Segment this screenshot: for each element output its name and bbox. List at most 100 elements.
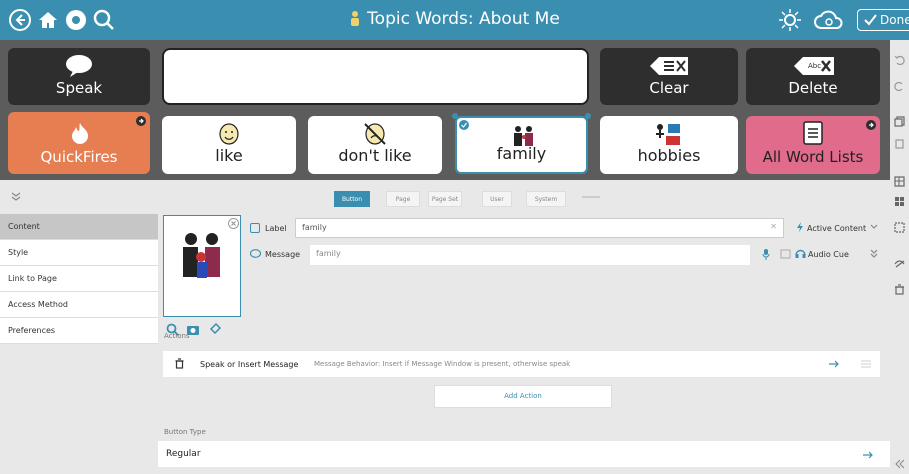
- button-grid: Speak Clear Abc Delete QuickFires like d…: [0, 40, 890, 180]
- link-badge-icon: [136, 116, 146, 126]
- flame-icon: [72, 123, 88, 144]
- layout-icon[interactable]: [894, 196, 905, 207]
- microphone-icon[interactable]: [762, 248, 770, 260]
- drag-handle-icon[interactable]: [860, 359, 872, 368]
- nav-content[interactable]: Content: [0, 214, 158, 240]
- label-field[interactable]: family ✕: [295, 218, 784, 238]
- top-toolbar: Topic Words: About Me Done: [0, 0, 909, 40]
- page-title: Topic Words: About Me: [0, 9, 909, 29]
- trash-icon[interactable]: [894, 284, 905, 295]
- done-label: Done: [880, 13, 909, 27]
- check-icon: [864, 14, 877, 26]
- app-window: Topic Words: About Me Done Speak Clear A…: [0, 0, 909, 474]
- dont-like-button[interactable]: don't like: [308, 116, 442, 174]
- nav-access-method[interactable]: Access Method: [0, 292, 158, 318]
- like-button[interactable]: like: [162, 116, 296, 174]
- redo-icon[interactable]: [894, 80, 905, 91]
- copy-icon[interactable]: [894, 116, 905, 127]
- button-type-section-label: Button Type: [164, 428, 206, 436]
- paste-icon[interactable]: [894, 138, 905, 149]
- family-label: family: [496, 144, 547, 163]
- speak-label: Speak: [55, 79, 103, 97]
- double-chevron-icon[interactable]: [870, 249, 878, 259]
- symbol-preview[interactable]: [163, 215, 241, 317]
- dont-like-label: don't like: [338, 146, 412, 165]
- inspector-nav: Content Style Link to Page Access Method…: [0, 184, 158, 474]
- headphones-icon: [795, 249, 806, 258]
- tab-button[interactable]: Button: [334, 191, 370, 207]
- nav-preferences[interactable]: Preferences: [0, 318, 158, 344]
- quickfires-label: QuickFires: [40, 148, 118, 166]
- label-checkbox[interactable]: [250, 223, 260, 233]
- action-description: Message Behavior: Insert if Message Wind…: [314, 360, 571, 368]
- family-button[interactable]: family: [455, 116, 588, 174]
- inspector-tabs: Button Page Page Set User System: [158, 185, 890, 213]
- all-word-lists-button[interactable]: All Word Lists: [746, 116, 880, 174]
- keyboard-icon[interactable]: [780, 249, 791, 259]
- all-word-lists-label: All Word Lists: [762, 148, 864, 166]
- button-type-row[interactable]: Regular: [158, 441, 890, 467]
- audio-cue-label[interactable]: Audio Cue: [808, 250, 849, 259]
- right-tool-rail: [890, 40, 909, 474]
- action-row[interactable]: Speak or Insert Message Message Behavior…: [163, 351, 880, 377]
- link-badge-icon: [866, 120, 876, 130]
- page-title-text: Topic Words: About Me: [367, 9, 560, 29]
- message-window[interactable]: [162, 48, 589, 105]
- label-caption: Label: [265, 224, 287, 233]
- quickfires-button[interactable]: QuickFires: [8, 112, 150, 174]
- dont-like-face-icon: [364, 123, 386, 145]
- clear-icon: [650, 57, 688, 75]
- clear-field-icon[interactable]: ✕: [770, 222, 777, 231]
- delete-button[interactable]: Abc Delete: [746, 48, 880, 105]
- chevron-down-icon[interactable]: [870, 224, 878, 230]
- arrow-right-icon[interactable]: [862, 450, 874, 460]
- brightness-icon[interactable]: [778, 8, 802, 32]
- tab-divider: [582, 196, 600, 198]
- actions-section-label: Actions: [164, 332, 190, 340]
- person-icon: [351, 11, 360, 26]
- active-content-label[interactable]: Active Content: [807, 224, 866, 233]
- speech-bubble-icon: [66, 55, 92, 77]
- like-face-icon: [219, 123, 239, 145]
- delete-label: Delete: [788, 79, 838, 97]
- hobbies-icon: [656, 124, 680, 145]
- clear-label: Clear: [649, 79, 689, 97]
- hide-icon[interactable]: [894, 258, 905, 269]
- hobbies-label: hobbies: [637, 146, 701, 165]
- add-action-button[interactable]: Add Action: [434, 385, 612, 408]
- done-button[interactable]: Done: [857, 9, 909, 31]
- action-title: Speak or Insert Message: [200, 360, 299, 369]
- label-value: family: [302, 223, 327, 232]
- like-label: like: [215, 146, 243, 165]
- collapse-chevron-icon[interactable]: [10, 192, 22, 202]
- tab-page[interactable]: Page: [386, 191, 420, 207]
- selection-handle[interactable]: [585, 113, 591, 119]
- selection-handle[interactable]: [452, 113, 458, 119]
- family-symbol-icon: [183, 233, 220, 278]
- tab-page-set[interactable]: Page Set: [428, 191, 462, 207]
- nav-style[interactable]: Style: [0, 240, 158, 266]
- delete-badge-text: Abc: [808, 62, 822, 70]
- undo-icon[interactable]: [894, 54, 905, 65]
- button-type-value: Regular: [166, 449, 201, 459]
- collapse-panel-icon[interactable]: [894, 458, 905, 469]
- select-area-icon[interactable]: [894, 222, 905, 233]
- grid-edit-icon[interactable]: [894, 176, 905, 187]
- lightning-icon: [797, 222, 803, 232]
- speak-button[interactable]: Speak: [8, 48, 150, 105]
- arrow-right-icon[interactable]: [828, 359, 840, 369]
- message-bubble-icon: [250, 249, 261, 258]
- selected-check-icon: [459, 120, 469, 130]
- message-caption: Message: [265, 250, 301, 259]
- cloud-sync-icon[interactable]: [812, 8, 846, 32]
- delete-action-icon[interactable]: [175, 358, 184, 369]
- hobbies-button[interactable]: hobbies: [600, 116, 738, 174]
- message-value: family: [316, 249, 341, 258]
- paint-fill-icon[interactable]: [208, 321, 222, 335]
- message-field[interactable]: family: [310, 245, 750, 265]
- remove-symbol-icon[interactable]: [228, 218, 239, 229]
- nav-link-to-page[interactable]: Link to Page: [0, 266, 158, 292]
- tab-system[interactable]: System: [526, 191, 566, 207]
- tab-user[interactable]: User: [482, 191, 512, 207]
- clear-button[interactable]: Clear: [600, 48, 738, 105]
